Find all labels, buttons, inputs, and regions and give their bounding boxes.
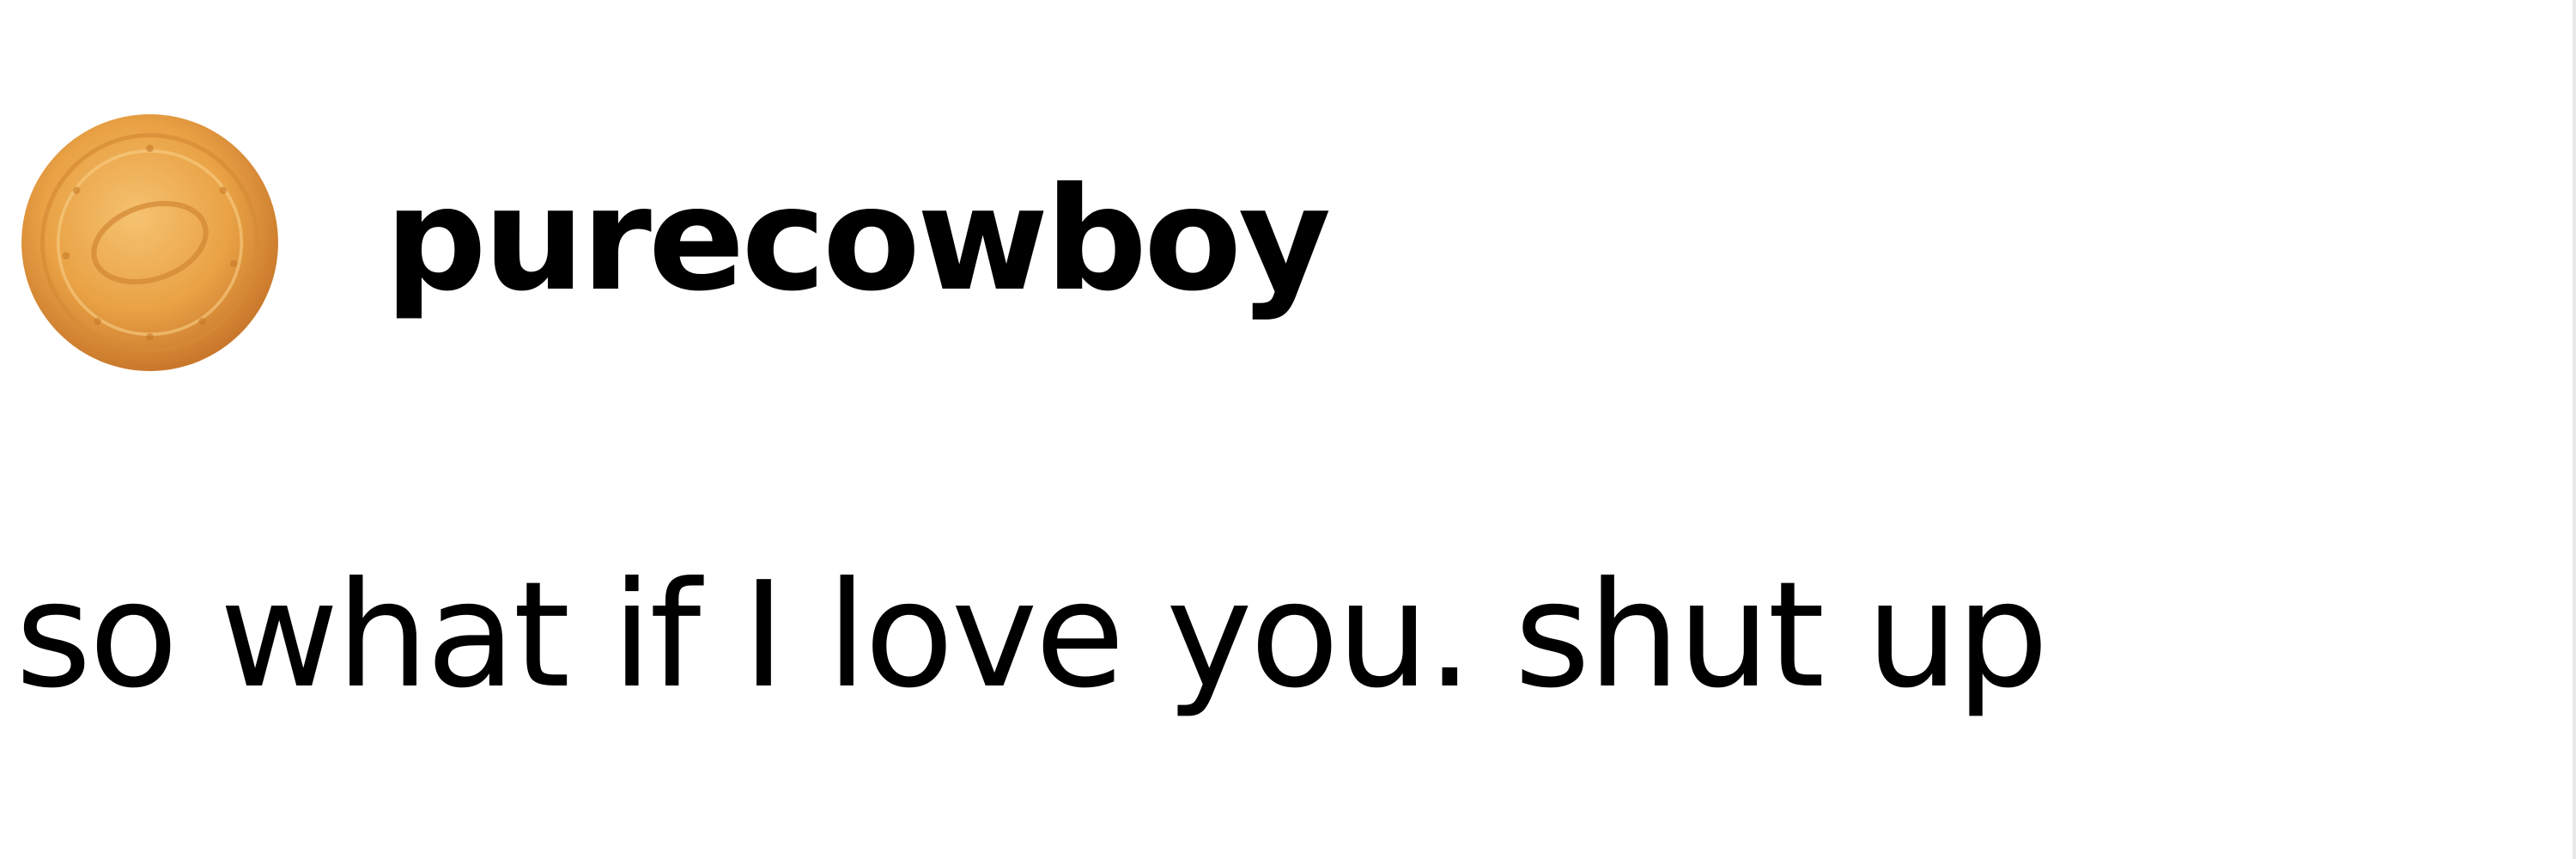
post-card: purecowboy so what if I love you. shut u…	[0, 0, 2576, 859]
post-body-text: so what if I love you. shut up	[15, 551, 2049, 721]
username[interactable]: purecowboy	[385, 155, 1331, 326]
biscuit-avatar-icon[interactable]	[19, 112, 281, 374]
card-edge-divider	[2573, 0, 2576, 859]
